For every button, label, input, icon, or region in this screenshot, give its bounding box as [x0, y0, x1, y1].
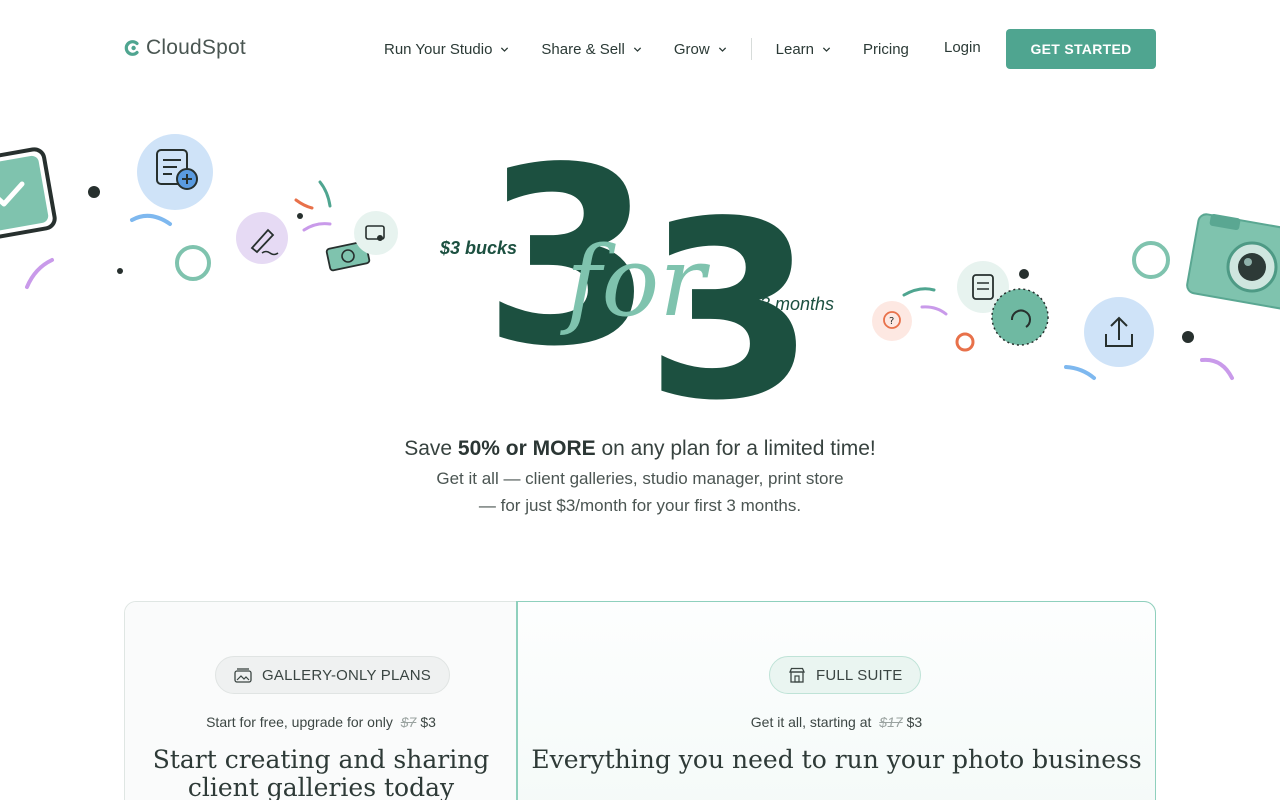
- gallery-price-note: Start for free, upgrade for only $7 $3: [125, 714, 517, 730]
- title-line: Everything you need to run your photo bu…: [531, 745, 1142, 774]
- upload-icon: [1084, 297, 1154, 367]
- menu-divider: [750, 38, 752, 60]
- wallet-icon: [354, 211, 398, 255]
- main-menu: Run Your Studio Share & Sell Grow Learn …: [384, 38, 941, 60]
- chevron-down-icon: [501, 46, 509, 52]
- checklist-add-icon: [137, 134, 213, 210]
- nav-label: Share & Sell: [541, 40, 625, 58]
- chevron-down-icon: [822, 46, 831, 52]
- note-text: Start for free, upgrade for only: [206, 714, 393, 730]
- nav-label: Grow: [673, 40, 710, 58]
- headline-post: on any plan for a limited time!: [595, 437, 876, 460]
- nav-share-sell[interactable]: Share & Sell: [541, 38, 641, 60]
- gallery-only-pill[interactable]: GALLERY-ONLY PLANS: [215, 656, 450, 694]
- old-price: $7: [400, 714, 417, 730]
- three-bucks-label: $3 bucks: [440, 238, 518, 258]
- chevron-down-icon: [718, 46, 726, 52]
- gallery-icon: [234, 668, 252, 683]
- nav-learn[interactable]: Learn: [776, 38, 831, 60]
- three-months-label: 3 months: [760, 294, 835, 314]
- script-for: for: [560, 226, 710, 338]
- promo-subtext-line1: Get it all — client galleries, studio ma…: [436, 469, 844, 488]
- nav-run-your-studio[interactable]: Run Your Studio: [384, 38, 509, 60]
- nav-label: Learn: [775, 40, 815, 58]
- full-suite-card[interactable]: FULL SUITE Get it all, starting at $17 $3…: [517, 602, 1155, 800]
- hero-illustration: 3 3 for ?: [0, 120, 1280, 420]
- pill-label: FULL SUITE: [816, 666, 903, 684]
- gallery-card-title: Start creating and sharing client galler…: [125, 746, 517, 800]
- refresh-coin-icon: [991, 288, 1049, 346]
- nav-label: Run Your Studio: [384, 40, 493, 58]
- full-suite-pill[interactable]: FULL SUITE: [769, 656, 922, 694]
- pill-label: GALLERY-ONLY PLANS: [262, 666, 431, 684]
- promo-headline: Save 50% or MORE on any plan for a limit…: [0, 437, 1280, 461]
- get-started-button[interactable]: GET STARTED: [1006, 29, 1156, 69]
- nav-pricing[interactable]: Pricing: [863, 38, 909, 60]
- headline-pre: Save: [404, 437, 458, 460]
- checkbox-icon: [0, 147, 57, 243]
- new-price: $3: [420, 714, 436, 730]
- brand-name: CloudSpot: [146, 36, 246, 59]
- title-line: Start creating and sharing: [152, 745, 490, 774]
- storefront-icon: [789, 667, 805, 683]
- nav-label: Pricing: [863, 40, 909, 58]
- title-line: client galleries today: [187, 773, 455, 800]
- logo-icon: [124, 40, 139, 56]
- top-navigation: CloudSpot Run Your Studio Share & Sell G…: [0, 0, 1280, 96]
- note-text: Get it all, starting at: [750, 714, 872, 730]
- old-price: $17: [879, 714, 903, 730]
- full-suite-card-title: Everything you need to run your photo bu…: [518, 746, 1155, 774]
- headline-bold: 50% or MORE: [457, 437, 596, 460]
- new-price: $3: [906, 714, 923, 730]
- nav-grow[interactable]: Grow: [674, 38, 727, 60]
- full-suite-price-note: Get it all, starting at $17 $3: [518, 714, 1155, 730]
- login-link[interactable]: Login: [944, 39, 981, 56]
- svg-text:?: ?: [889, 316, 894, 327]
- gallery-only-card[interactable]: GALLERY-ONLY PLANS Start for free, upgra…: [125, 602, 517, 800]
- camera-icon: [1186, 213, 1280, 311]
- plans-section: GALLERY-ONLY PLANS Start for free, upgra…: [124, 601, 1156, 800]
- promo-subtext-line2: — for just $3/month for your first 3 mon…: [478, 496, 802, 515]
- chevron-down-icon: [633, 46, 641, 52]
- question-bubble-icon: ?: [872, 301, 912, 341]
- cloudspot-logo[interactable]: CloudSpot: [124, 36, 246, 60]
- pencil-icon: [236, 212, 288, 264]
